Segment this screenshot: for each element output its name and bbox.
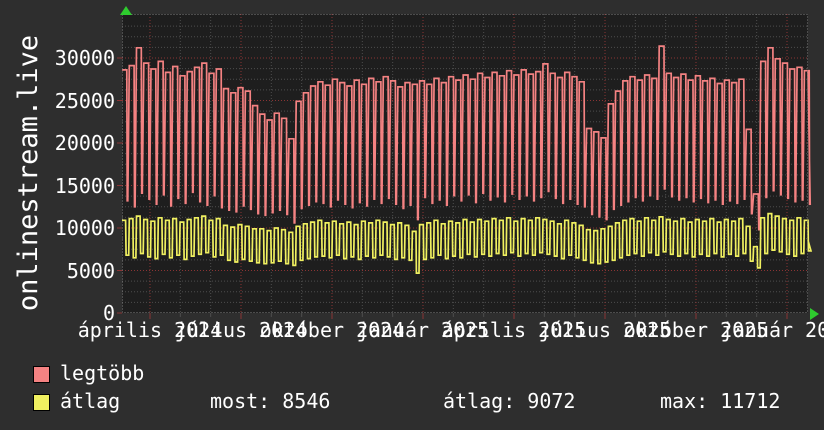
y-tick-label: 20000 xyxy=(3,133,115,153)
munin-graph-panel: onlinestream.live 3000025000200001500010… xyxy=(0,0,824,430)
legend-label-legtobb: legtöbb xyxy=(60,363,144,383)
legend-swatch-legtobb xyxy=(33,366,50,383)
y-tick-label: 15000 xyxy=(3,176,115,196)
y-tick-label: 30000 xyxy=(3,48,115,68)
y-tick-label: 10000 xyxy=(3,218,115,238)
y-tick-label: 25000 xyxy=(3,91,115,111)
plot-background xyxy=(122,14,808,313)
plot-area xyxy=(122,14,808,313)
legend-stat-most: most: 8546 xyxy=(210,391,330,411)
chart-canvas xyxy=(122,14,808,320)
x-tick-label: január 2026 xyxy=(721,320,824,340)
legend-label-atlag: átlag xyxy=(60,391,120,411)
legend-stat-atlag: átlag: 9072 xyxy=(443,391,575,411)
y-tick-label: 5000 xyxy=(3,261,115,281)
legend-stat-max: max: 11712 xyxy=(660,391,780,411)
y-axis-arrow-icon xyxy=(120,6,132,15)
legend-swatch-atlag xyxy=(33,394,50,411)
